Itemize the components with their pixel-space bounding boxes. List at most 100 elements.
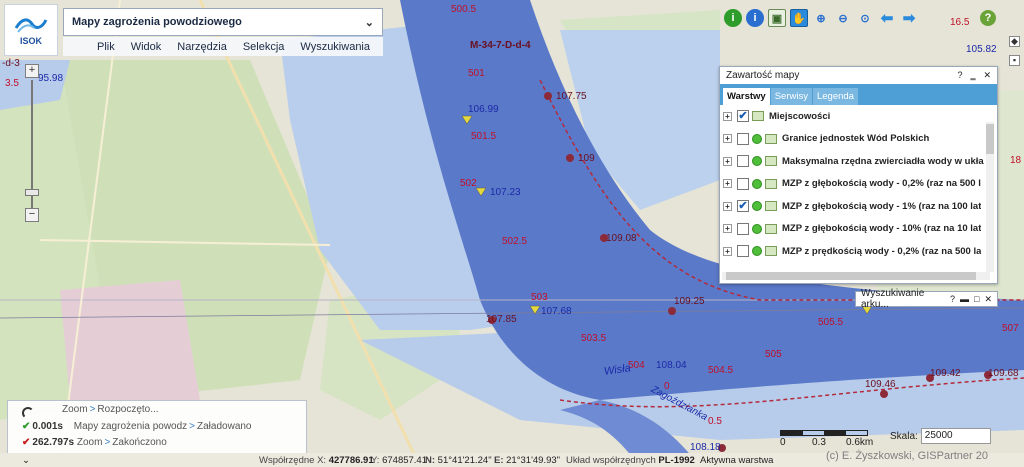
- coord-x: Współrzędne X: 427786.91: [259, 454, 374, 466]
- collapse-icon[interactable]: ▪: [1009, 55, 1020, 66]
- scale-bar: 0 0.3 0.6km: [780, 430, 873, 450]
- close-icon[interactable]: ✕: [984, 294, 992, 305]
- layer-thumbnail-icon: [752, 111, 764, 122]
- layer-list-hscrollbar[interactable]: [722, 272, 990, 280]
- copyright: (c) E. Żyszkowski, GISPartner 20: [826, 450, 988, 462]
- layer-checkbox[interactable]: [737, 222, 749, 235]
- expand-plus-icon[interactable]: +: [723, 224, 732, 234]
- map-label-kilometer: 507: [1002, 323, 1019, 334]
- zoom-in-icon[interactable]: ⊕: [812, 9, 830, 27]
- wave-icon: [14, 18, 48, 33]
- layer-checkbox[interactable]: [737, 132, 749, 145]
- scrollbar-thumb[interactable]: [986, 124, 994, 154]
- map-label-kilometer: 501.5: [471, 131, 497, 142]
- menu-item-widok[interactable]: Widok: [131, 41, 162, 53]
- zoom-out-button[interactable]: −: [25, 208, 39, 222]
- zoom-full-icon[interactable]: ⊙: [856, 9, 874, 27]
- layer-row[interactable]: + Granice jednostek Wód Polskich: [720, 128, 985, 151]
- layer-row[interactable]: + ✔ Miejscowości: [720, 105, 985, 128]
- layer-checkbox[interactable]: [737, 245, 749, 258]
- expand-plus-icon[interactable]: +: [723, 179, 732, 189]
- layer-row[interactable]: + MZP z prędkością wody - 0,2% (raz na 5…: [720, 240, 985, 263]
- scale-control: Skala: 25000: [890, 428, 991, 444]
- minimize-icon[interactable]: ‗: [970, 70, 975, 81]
- menu-item-narzedzia[interactable]: Narzędzia: [177, 41, 227, 53]
- layer-thumbnail-icon: [765, 246, 777, 257]
- layer-row[interactable]: + MZP z głębokością wody - 0,2% (raz na …: [720, 173, 985, 196]
- layer-panel-header[interactable]: Zawartość mapy ? ‗ ✕: [720, 67, 997, 84]
- menu-item-plik[interactable]: Plik: [97, 41, 115, 53]
- zoom-slider[interactable]: + −: [24, 64, 40, 224]
- map-label-kilometer: 504.5: [708, 365, 734, 376]
- status-dot-icon: [752, 133, 762, 144]
- expand-plus-icon[interactable]: +: [723, 246, 732, 256]
- map-label-sheet: -d-3: [2, 58, 20, 69]
- app-title: Mapy zagrożenia powodziowego: [72, 16, 242, 28]
- map-label-gauge: 106.99: [468, 104, 499, 115]
- menu-item-selekcja[interactable]: Selekcja: [243, 41, 285, 53]
- layer-checkbox[interactable]: [737, 155, 749, 168]
- zoom-thumb[interactable]: [25, 189, 39, 196]
- layer-checkbox[interactable]: ✔: [737, 110, 749, 123]
- maximize-icon[interactable]: □: [974, 294, 979, 305]
- layer-thumbnail-icon: [765, 201, 777, 212]
- expand-plus-icon[interactable]: +: [723, 111, 732, 121]
- layer-thumbnail-icon: [765, 156, 777, 167]
- scale-input[interactable]: 25000: [920, 428, 991, 444]
- layer-row[interactable]: + ✔ MZP z głębokością wody - 1% (raz na …: [720, 195, 985, 218]
- expand-plus-icon[interactable]: +: [723, 156, 732, 166]
- map-label-elevation: 109.68: [988, 368, 1019, 379]
- extent-icon[interactable]: ▣: [768, 9, 786, 27]
- log-action: Zoom: [62, 404, 88, 415]
- expand-plus-icon[interactable]: +: [723, 201, 732, 211]
- layer-label: MZP z prędkością wody - 0,2% (raz na 500…: [782, 245, 982, 257]
- cross-icon: ✔: [22, 437, 31, 448]
- tab-legenda[interactable]: Legenda: [812, 88, 858, 105]
- menu-item-wyszukiwania[interactable]: Wyszukiwania: [300, 41, 370, 53]
- layer-panel-help-icon[interactable]: ?: [957, 70, 962, 81]
- tab-serwisy[interactable]: Serwisy: [770, 88, 812, 105]
- info-blue-icon[interactable]: i: [746, 9, 764, 27]
- search-panel-title: Wyszukiwanie arku...: [861, 288, 925, 310]
- map-label-sheet: M-34-7-D-d-4: [470, 40, 531, 51]
- chevron-down-icon[interactable]: ⌄: [365, 16, 374, 29]
- forward-arrow-icon[interactable]: ➡: [900, 9, 918, 27]
- check-icon: ✔: [22, 421, 31, 432]
- log-action: Zoom: [76, 437, 103, 448]
- info-green-icon[interactable]: i: [724, 9, 742, 27]
- map-label-gauge: 108.04: [656, 360, 687, 371]
- scale-tick: 0.3: [812, 437, 826, 448]
- coord-y: Y: 674857.41: [371, 454, 428, 466]
- map-label-gauge: 107.23: [490, 187, 521, 198]
- layer-list-scrollbar[interactable]: [986, 122, 994, 272]
- map-label-elevation: 107.85: [486, 314, 517, 325]
- status-dot-icon: [752, 178, 762, 189]
- back-arrow-icon[interactable]: ⬅: [878, 9, 896, 27]
- layer-thumbnail-icon: [765, 178, 777, 189]
- log-time: 262.797s: [32, 437, 75, 448]
- zoom-in-button[interactable]: +: [25, 64, 39, 78]
- pan-hand-icon[interactable]: ✋: [790, 9, 808, 27]
- expand-plus-icon[interactable]: +: [723, 134, 732, 144]
- map-title-selector[interactable]: Mapy zagrożenia powodziowego ⌄: [63, 8, 383, 36]
- scrollbar-thumb[interactable]: [726, 272, 976, 280]
- tab-warstwy[interactable]: Warstwy: [723, 88, 770, 105]
- layer-checkbox[interactable]: ✔: [737, 200, 749, 213]
- map-toolbar: i i ▣ ✋ ⊕ ⊖ ⊙ ⬅ ➡: [724, 9, 918, 27]
- layer-panel-tabs: Warstwy Serwisy Legenda: [720, 84, 997, 105]
- layer-row[interactable]: + MZP z głębokością wody - 10% (raz na 1…: [720, 218, 985, 241]
- zoom-out-icon[interactable]: ⊖: [834, 9, 852, 27]
- isok-logo[interactable]: ISOK: [4, 4, 58, 56]
- expand-icon[interactable]: ◆: [1009, 36, 1020, 47]
- log-state: Załadowano: [197, 421, 252, 432]
- status-expand-icon[interactable]: ⌄: [22, 455, 30, 466]
- sheet-search-panel[interactable]: Wyszukiwanie arku... ? ▬ □ ✕: [855, 288, 998, 310]
- layer-checkbox[interactable]: [737, 177, 749, 190]
- search-panel-help-icon[interactable]: ?: [950, 294, 955, 305]
- close-icon[interactable]: ✕: [983, 70, 991, 81]
- minimize-icon[interactable]: ▬: [960, 294, 969, 305]
- layer-list: + ✔ Miejscowości + Granice jednostek Wód…: [720, 105, 985, 275]
- layer-row[interactable]: + Maksymalna rzędna zwierciadła wody w u…: [720, 150, 985, 173]
- status-dot-icon: [752, 201, 762, 212]
- help-button[interactable]: ?: [980, 10, 996, 26]
